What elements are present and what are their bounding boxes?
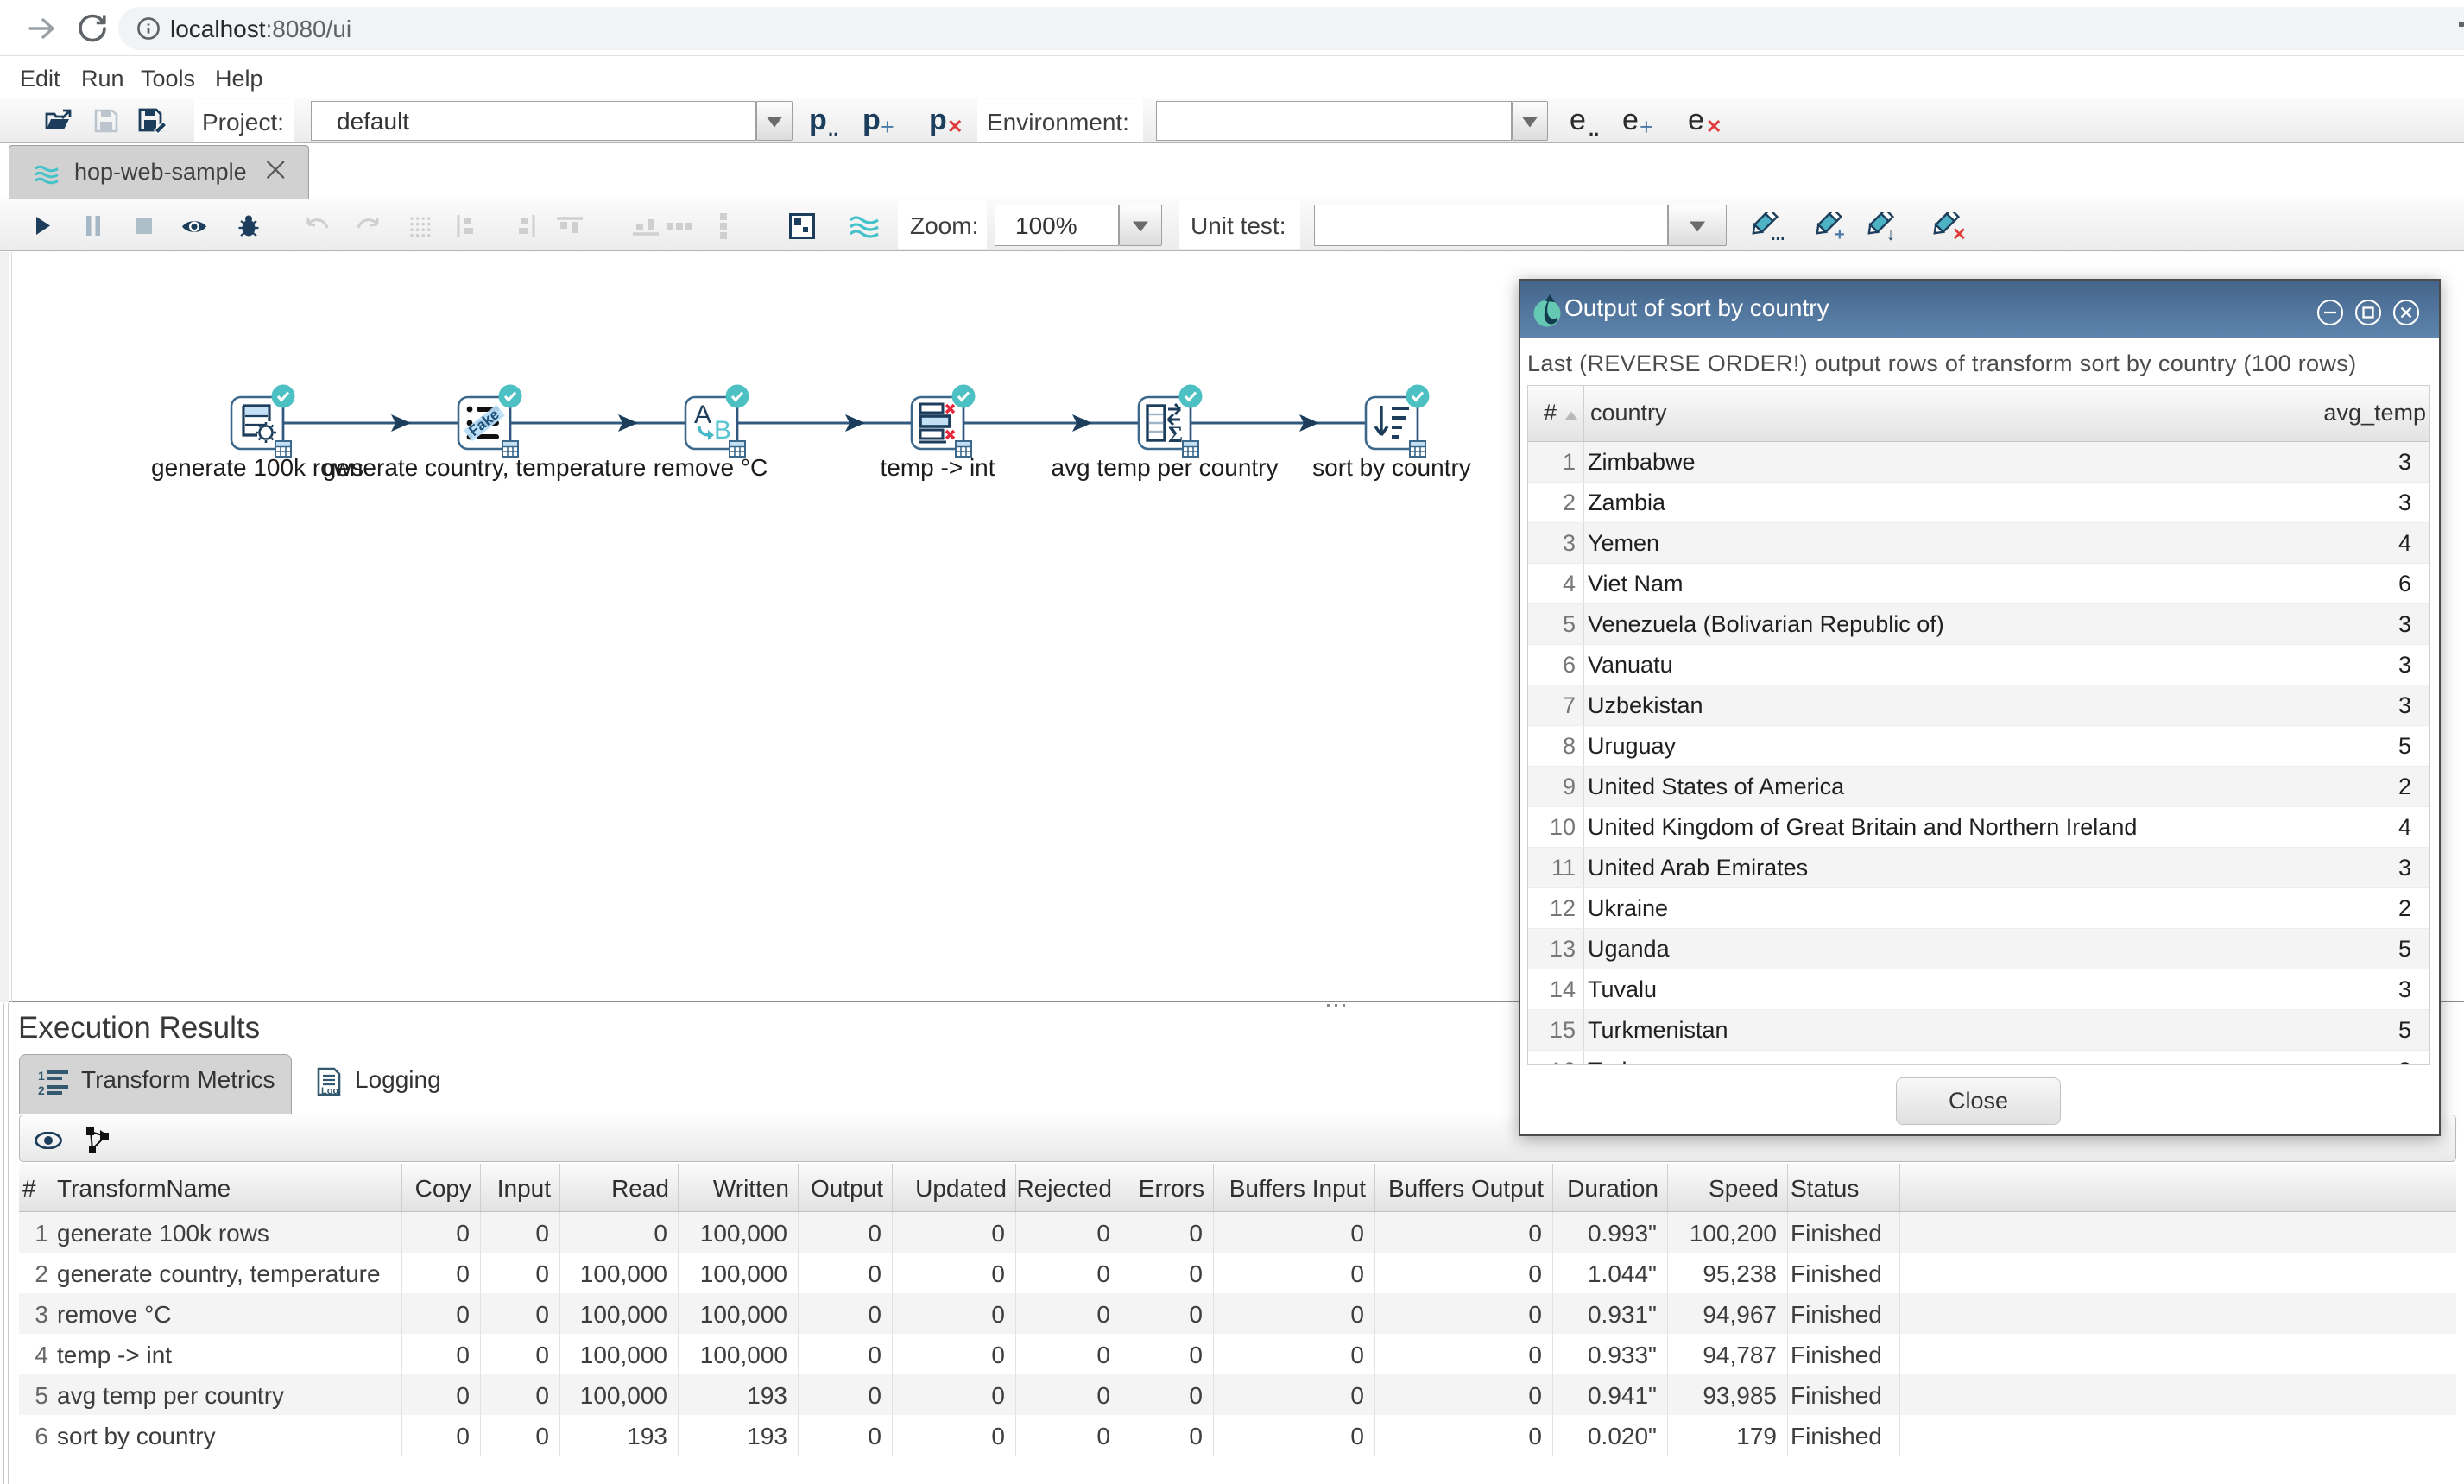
svg-text:...: ...: [1771, 225, 1784, 243]
svg-text:2: 2: [38, 1083, 45, 1096]
svg-text:1: 1: [38, 1070, 45, 1083]
svg-text:↓: ↓: [1886, 225, 1895, 243]
svg-text:+: +: [1835, 225, 1845, 243]
svg-text:Log: Log: [321, 1086, 338, 1096]
svg-text:✕: ✕: [1952, 225, 1965, 243]
svg-text:A: A: [694, 401, 711, 429]
svg-text:Σ: Σ: [1168, 422, 1183, 447]
